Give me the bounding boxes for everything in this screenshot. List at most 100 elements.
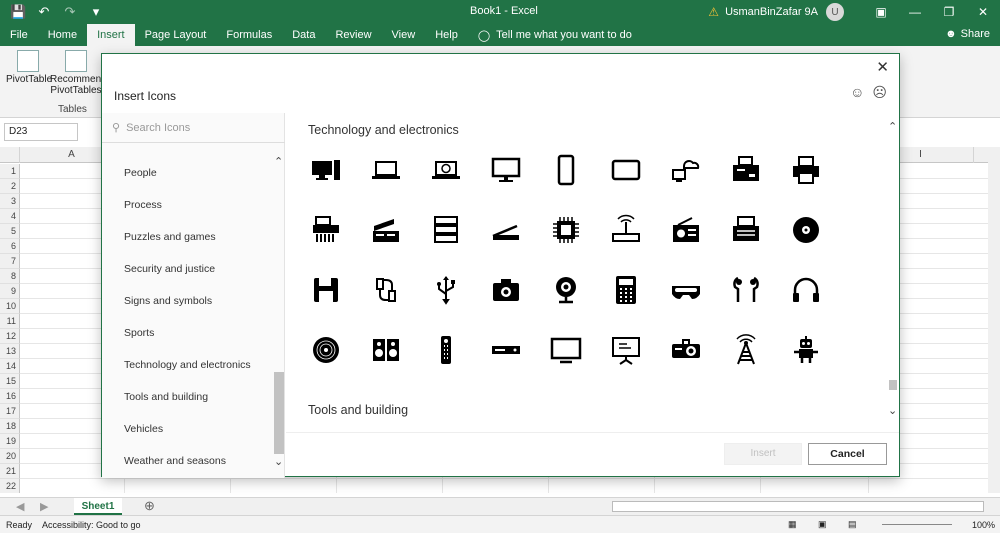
category-vehicles[interactable]: Vehicles [124,423,163,435]
monitor-icon[interactable] [486,150,526,190]
projector-screen-icon[interactable] [606,330,646,370]
tab-view[interactable]: View [382,24,426,46]
cloud-computer-icon[interactable] [666,150,706,190]
search-box[interactable]: ⚲ Search Icons [102,113,285,143]
row-header[interactable]: 13 [0,344,20,359]
row-header[interactable]: 22 [0,479,20,493]
webcam-icon[interactable] [546,270,586,310]
sheet-tab-sheet1[interactable]: Sheet1 [74,498,122,515]
gallery-chevron-up-icon[interactable]: ⌃ [888,120,897,133]
page-layout-view-icon[interactable]: ▣ [818,519,827,530]
gallery-scroll-thumb[interactable] [889,380,897,390]
processor-chip-icon[interactable] [546,210,586,250]
tab-insert[interactable]: Insert [87,24,135,46]
row-header[interactable]: 10 [0,299,20,314]
vinyl-record-icon[interactable] [306,330,346,370]
chevron-up-icon[interactable]: ⌃ [274,155,283,168]
row-header[interactable]: 8 [0,269,20,284]
calculator-icon[interactable] [606,270,646,310]
row-header[interactable]: 19 [0,434,20,449]
name-box[interactable]: D23 [4,123,78,141]
wireless-router-icon[interactable] [606,210,646,250]
category-puzzles-and-games[interactable]: Puzzles and games [124,231,216,243]
category-sports[interactable]: Sports [124,327,154,339]
next-sheet-icon[interactable]: ▶ [40,500,48,513]
power-plug-icon[interactable] [366,270,406,310]
row-header[interactable]: 5 [0,224,20,239]
fax-machine-icon[interactable] [726,150,766,190]
category-signs-and-symbols[interactable]: Signs and symbols [124,295,212,307]
row-header[interactable]: 2 [0,179,20,194]
page-break-view-icon[interactable]: ▤ [848,519,857,530]
desktop-computer-icon[interactable] [306,150,346,190]
frown-feedback-icon[interactable]: ☹ [872,84,887,101]
customize-icon[interactable]: ▾ [88,4,104,20]
gallery-chevron-down-icon[interactable]: ⌄ [888,404,897,417]
select-all-corner[interactable] [0,147,20,163]
category-security-and-justice[interactable]: Security and justice [124,263,215,275]
vertical-scrollbar[interactable] [988,147,1000,493]
tab-help[interactable]: Help [425,24,468,46]
floppy-disk-icon[interactable] [306,270,346,310]
row-header[interactable]: 7 [0,254,20,269]
category-scroll-thumb[interactable] [274,372,284,454]
restore-icon[interactable]: ❐ [932,5,966,19]
row-header[interactable]: 18 [0,419,20,434]
row-header[interactable]: 9 [0,284,20,299]
normal-view-icon[interactable]: ▦ [788,519,797,530]
flatbed-scanner-icon[interactable] [486,210,526,250]
cancel-button[interactable]: Cancel [808,443,887,465]
tab-file[interactable]: File [0,24,38,46]
video-projector-icon[interactable] [666,330,706,370]
share-button[interactable]: ☻ Share [945,28,990,40]
row-header[interactable]: 4 [0,209,20,224]
accessibility-status[interactable]: Accessibility: Good to go [42,520,141,530]
horizontal-scrollbar[interactable] [612,501,984,512]
tab-data[interactable]: Data [282,24,325,46]
add-sheet-icon[interactable]: ⊕ [144,498,155,514]
row-header[interactable]: 1 [0,164,20,179]
server-rack-icon[interactable] [366,210,406,250]
row-header[interactable]: 12 [0,329,20,344]
row-header[interactable]: 20 [0,449,20,464]
category-people[interactable]: People [124,167,157,179]
redo-icon[interactable]: ↷ [62,4,78,20]
smile-feedback-icon[interactable]: ☺ [850,84,864,101]
smartphone-icon[interactable] [546,150,586,190]
radio-icon[interactable] [666,210,706,250]
printer-icon[interactable] [786,150,826,190]
paper-shredder-icon[interactable] [306,210,346,250]
chevron-down-icon[interactable]: ⌄ [274,455,283,468]
usb-icon[interactable] [426,270,466,310]
laptop-icon[interactable] [366,150,406,190]
save-icon[interactable]: 💾 [10,4,26,20]
prev-sheet-icon[interactable]: ◀ [16,500,24,513]
undo-icon[interactable]: ↶ [36,4,52,20]
avatar[interactable]: U [826,3,844,21]
remote-control-icon[interactable] [426,330,466,370]
zoom-level[interactable]: 100% [972,520,995,530]
row-header[interactable]: 3 [0,194,20,209]
tab-page-layout[interactable]: Page Layout [135,24,217,46]
category-technology-and-electronics[interactable]: Technology and electronics [124,359,251,371]
category-tools-and-building[interactable]: Tools and building [124,391,208,403]
television-icon[interactable] [546,330,586,370]
row-header[interactable]: 11 [0,314,20,329]
zoom-slider[interactable] [882,524,952,525]
headphones-icon[interactable] [786,270,826,310]
tab-formulas[interactable]: Formulas [216,24,282,46]
user-name[interactable]: UsmanBinZafar 9A [725,6,818,18]
radio-tower-icon[interactable] [726,330,766,370]
earbuds-icon[interactable] [726,270,766,310]
insert-button[interactable]: Insert [724,443,802,465]
close-window-icon[interactable]: ✕ [966,5,1000,19]
close-icon[interactable]: ✕ [876,58,889,76]
row-header[interactable]: 16 [0,389,20,404]
robot-icon[interactable] [786,330,826,370]
optical-disc-icon[interactable] [786,210,826,250]
row-header[interactable]: 15 [0,374,20,389]
speakers-icon[interactable] [366,330,406,370]
row-header[interactable]: 14 [0,359,20,374]
pivottable-button[interactable]: PivotTable [6,50,52,85]
laptop-globe-icon[interactable] [426,150,466,190]
